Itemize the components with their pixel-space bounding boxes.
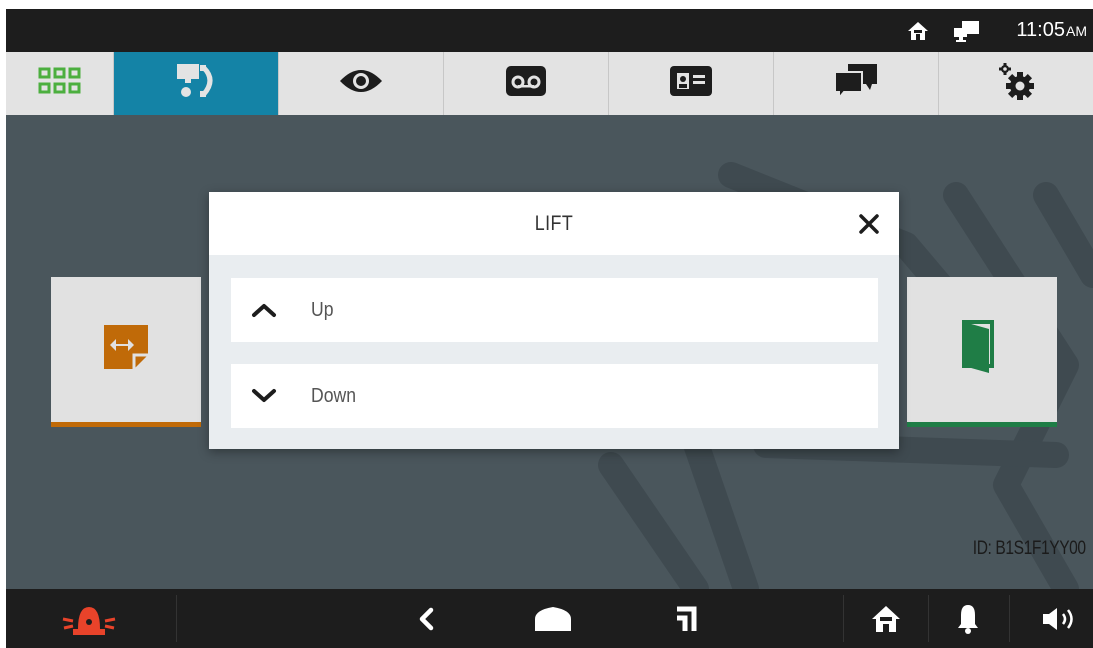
tab-messages[interactable] — [774, 52, 939, 115]
tab-menu[interactable] — [6, 52, 114, 115]
settings-icon — [995, 60, 1037, 107]
lift-up-label: Up — [311, 298, 334, 321]
clock-time: 11:05 — [1016, 19, 1065, 41]
divider — [1009, 595, 1010, 642]
volume-icon[interactable] — [1036, 589, 1086, 648]
lift-panel-icon — [102, 323, 150, 376]
device-id: ID: B1S1F1YY00 — [973, 538, 1086, 559]
tab-settings[interactable] — [939, 52, 1093, 115]
chat-icon — [832, 62, 880, 105]
lift-card[interactable] — [51, 277, 201, 427]
close-icon[interactable] — [857, 212, 881, 236]
dialog-title: LIFT — [534, 211, 574, 235]
clock-ampm: AM — [1066, 22, 1087, 39]
app-screen: 11:05 AM ID: B1S1F1YY00 LIFT Up Down — [6, 9, 1093, 648]
alarm-icon[interactable] — [46, 589, 131, 648]
lift-dialog: LIFT Up Down — [209, 192, 899, 449]
bottom-bar — [6, 589, 1093, 648]
door-card[interactable] — [907, 277, 1057, 427]
clock: 11:05 AM — [1016, 9, 1087, 52]
tab-view[interactable] — [279, 52, 444, 115]
recent-icon[interactable] — [662, 589, 710, 648]
home-shape-icon[interactable] — [526, 589, 580, 648]
lift-up-option[interactable]: Up — [231, 278, 878, 342]
bell-icon[interactable] — [944, 589, 992, 648]
lift-down-option[interactable]: Down — [231, 364, 878, 428]
divider — [843, 595, 844, 642]
grid-icon — [38, 66, 82, 101]
home-icon — [907, 9, 929, 52]
status-bar: 11:05 AM — [6, 9, 1093, 52]
door-icon — [961, 319, 1003, 380]
chevron-up-icon — [251, 301, 277, 319]
lift-down-label: Down — [311, 384, 357, 407]
dialog-header: LIFT — [209, 192, 899, 255]
tab-bar — [6, 52, 1093, 115]
voicemail-icon — [505, 65, 547, 102]
chevron-down-icon — [251, 387, 277, 405]
call-icon — [174, 62, 218, 105]
home-icon[interactable] — [861, 589, 911, 648]
tab-call[interactable] — [114, 52, 279, 115]
tab-contacts[interactable] — [609, 52, 774, 115]
divider — [176, 595, 177, 642]
tab-voicemail[interactable] — [444, 52, 609, 115]
contact-card-icon — [669, 65, 713, 102]
back-icon[interactable] — [401, 589, 451, 648]
eye-icon — [338, 67, 384, 100]
intercom-device-icon — [953, 9, 981, 52]
divider — [928, 595, 929, 642]
